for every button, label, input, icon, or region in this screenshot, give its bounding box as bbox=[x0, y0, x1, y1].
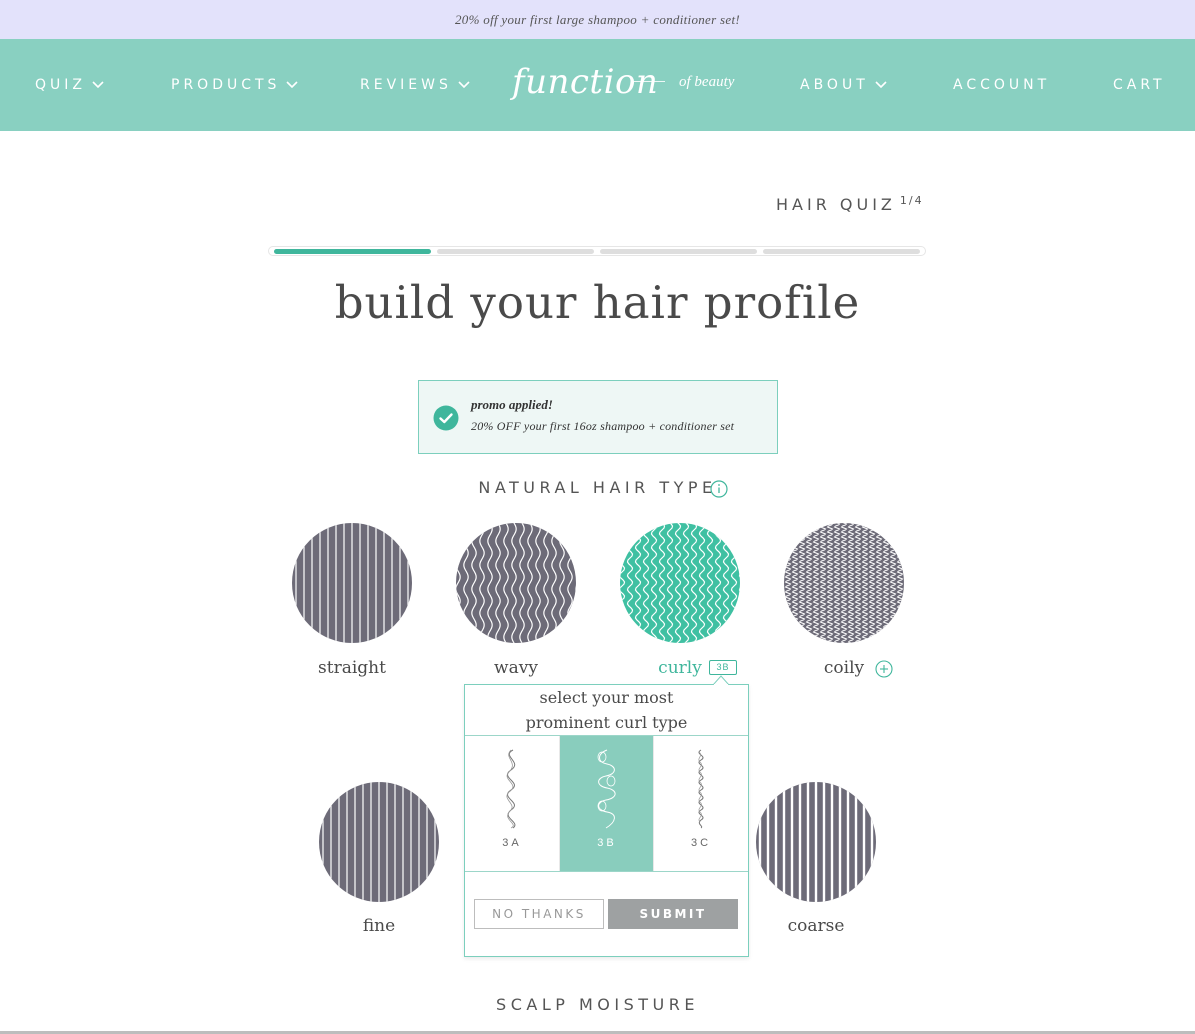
curl-option-3c[interactable]: 3C bbox=[653, 736, 747, 871]
curl-type-options: 3A 3B 3C bbox=[465, 735, 748, 872]
nav-cart[interactable]: CART bbox=[1113, 39, 1166, 131]
chevron-down-icon bbox=[458, 81, 470, 89]
promo-banner[interactable]: 20% off your first large shampoo + condi… bbox=[0, 0, 1195, 39]
curl-3a-icon bbox=[506, 749, 516, 829]
curl-option-3b-label: 3B bbox=[597, 837, 617, 849]
promo-applied-box: promo applied! 20% OFF your first 16oz s… bbox=[418, 380, 778, 454]
popup-title: select your most prominent curl type bbox=[465, 685, 748, 735]
hair-type-straight-swatch[interactable] bbox=[292, 523, 412, 643]
popup-title-line2: prominent curl type bbox=[525, 713, 688, 732]
popup-title-line1: select your most bbox=[539, 688, 674, 707]
hair-type-coily-swatch[interactable] bbox=[784, 523, 904, 643]
nav-cart-label: CART bbox=[1113, 77, 1166, 93]
hair-type-curly-swatch[interactable] bbox=[620, 523, 740, 643]
no-thanks-button[interactable]: NO THANKS bbox=[474, 899, 604, 929]
promo-banner-text: 20% off your first large shampoo + condi… bbox=[454, 11, 741, 27]
page-title: build your hair profile bbox=[334, 276, 861, 329]
quiz-step-count: 1/4 bbox=[899, 194, 924, 207]
info-icon[interactable] bbox=[710, 480, 728, 498]
chevron-down-icon bbox=[286, 81, 299, 89]
curl-option-3a[interactable]: 3A bbox=[465, 736, 559, 871]
curl-type-badge[interactable]: 3B bbox=[709, 660, 737, 675]
nav-about[interactable]: ABOUT bbox=[800, 39, 887, 131]
progress-segment bbox=[437, 249, 594, 254]
curl-3b-icon bbox=[597, 749, 616, 829]
progress-segment bbox=[600, 249, 757, 254]
nav-about-label: ABOUT bbox=[800, 77, 869, 93]
submit-button[interactable]: SUBMIT bbox=[608, 899, 738, 929]
hair-type-coily-label[interactable]: coily bbox=[814, 658, 874, 678]
promo-description: 20% OFF your first 16oz shampoo + condit… bbox=[471, 419, 735, 433]
quiz-title: HAIR QUIZ bbox=[776, 195, 896, 214]
logo-wordmark[interactable]: function bbox=[512, 62, 658, 102]
logo-subtitle: of beauty bbox=[679, 74, 735, 90]
plus-circle-icon[interactable] bbox=[875, 660, 893, 678]
nav-account-label: ACCOUNT bbox=[953, 77, 1051, 93]
chevron-down-icon bbox=[92, 81, 104, 89]
quiz-step-indicator: HAIR QUIZ 1/4 bbox=[776, 194, 924, 214]
hair-type-straight-label[interactable]: straight bbox=[292, 658, 412, 678]
hair-texture-coarse-label[interactable]: coarse bbox=[756, 916, 876, 936]
progress-segment bbox=[763, 249, 920, 254]
progress-segment bbox=[274, 249, 431, 254]
hair-type-wavy-label[interactable]: wavy bbox=[456, 658, 576, 678]
nav-products-label: PRODUCTS bbox=[171, 77, 281, 93]
nav-reviews-label: REVIEWS bbox=[360, 77, 452, 93]
natural-hair-type-heading: NATURAL HAIR TYPE bbox=[478, 478, 717, 497]
hair-type-curly-label[interactable]: curly bbox=[650, 658, 710, 678]
curl-option-3c-label: 3C bbox=[690, 837, 712, 849]
nav-products[interactable]: PRODUCTS bbox=[171, 39, 299, 131]
curl-option-3b[interactable]: 3B bbox=[559, 736, 653, 871]
nav-account[interactable]: ACCOUNT bbox=[953, 39, 1050, 131]
curl-option-3a-label: 3A bbox=[502, 837, 522, 849]
curl-type-popup: select your most prominent curl type 3A … bbox=[464, 684, 749, 957]
logo-divider bbox=[633, 81, 665, 82]
curl-3c-icon bbox=[698, 749, 704, 829]
hair-texture-coarse-swatch[interactable] bbox=[756, 782, 876, 902]
promo-title: promo applied! bbox=[471, 397, 553, 412]
hair-texture-fine-swatch[interactable] bbox=[319, 782, 439, 902]
scalp-moisture-heading: SCALP MOISTURE bbox=[496, 995, 699, 1014]
popup-pointer bbox=[713, 675, 729, 685]
check-circle-icon bbox=[433, 405, 459, 431]
nav-reviews[interactable]: REVIEWS bbox=[360, 39, 470, 131]
nav-quiz[interactable]: QUIZ bbox=[35, 39, 104, 131]
chevron-down-icon bbox=[875, 81, 887, 89]
hair-type-wavy-swatch[interactable] bbox=[456, 523, 576, 643]
nav-quiz-label: QUIZ bbox=[35, 77, 86, 93]
hair-texture-fine-label[interactable]: fine bbox=[319, 916, 439, 936]
